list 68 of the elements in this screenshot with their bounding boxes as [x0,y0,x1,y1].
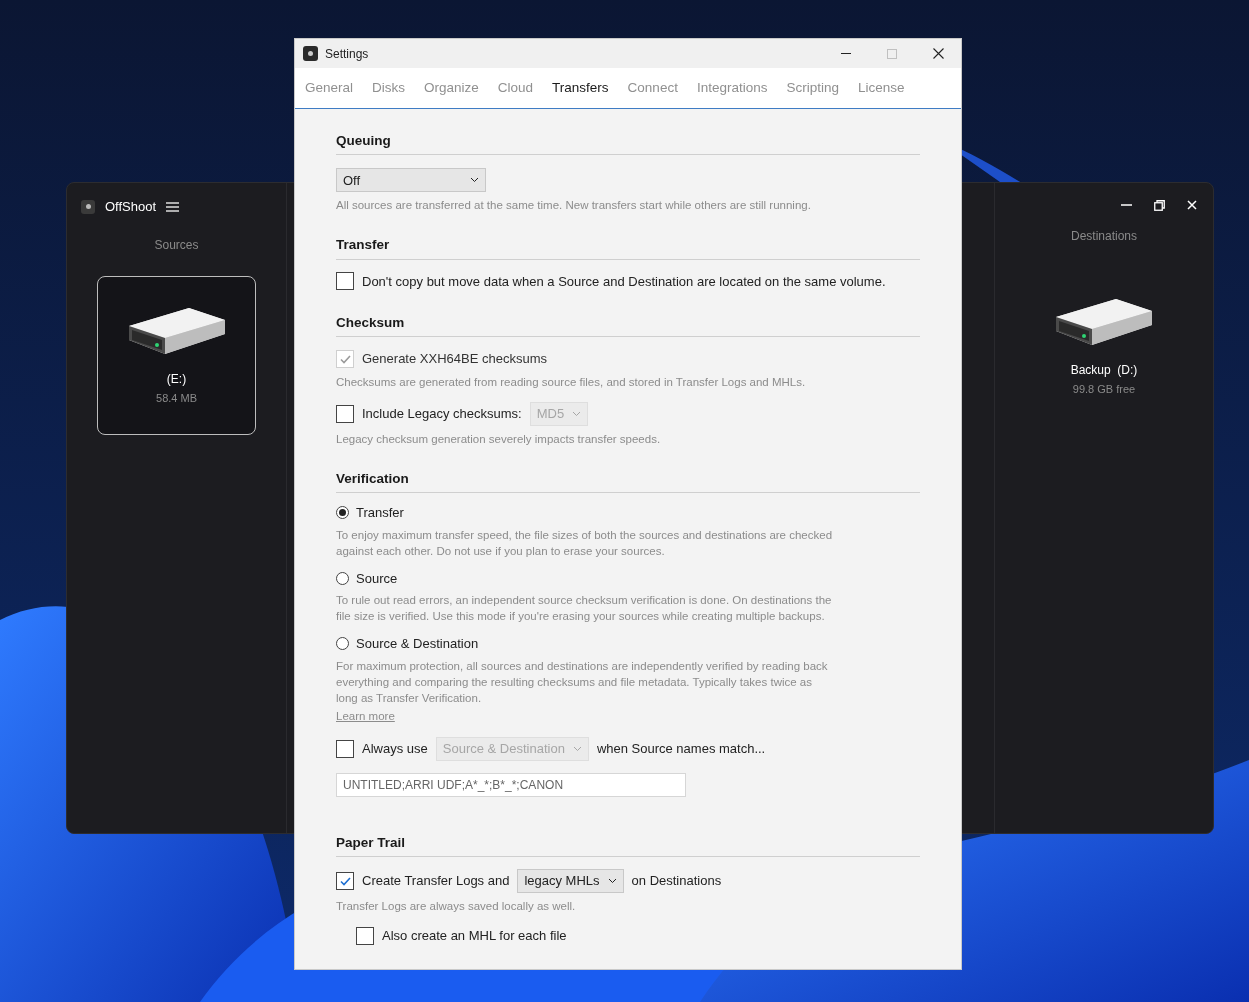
chevron-down-icon [572,745,582,752]
minimize-icon [841,53,851,54]
section-heading: Paper Trail [336,832,920,857]
sources-label: Sources [154,236,199,254]
settings-tab[interactable]: Organize [424,77,479,108]
settings-app-icon [303,46,318,61]
settings-tab[interactable]: Connect [627,77,678,108]
settings-tab[interactable]: Transfers [552,77,609,108]
checkmark-icon [339,876,351,886]
section-heading: Checksum [336,313,920,338]
section-heading: Transfer [336,235,920,260]
maximize-icon [887,48,897,59]
drive-card[interactable]: (E:) 58.4 MB [97,275,256,435]
hint-text: Transfer Logs are always saved locally as well. [336,899,577,914]
learn-more-link[interactable]: Learn more [336,707,395,725]
checkbox[interactable] [356,926,374,945]
checkbox-label: Also create an MHL for each file [382,927,567,945]
radio-button[interactable] [336,571,349,585]
checkbox[interactable] [336,404,354,423]
hint-text: Legacy checksum generation severely impacts transfer speeds. [336,431,662,447]
checkbox-label: Create Transfer Logs and [362,872,510,891]
drive-name: Backup (D:) [1070,362,1138,380]
chevron-down-icon [470,177,479,184]
settings-tab[interactable]: General [305,77,354,108]
hint-text: All sources are transferred at the same time. New transfers start while others are still running. [336,198,812,214]
drive-detail: 99.8 GB free [1072,382,1136,398]
radio-button[interactable] [336,637,349,651]
radio-label: Source [356,569,398,588]
window-title: Settings [325,45,369,63]
chevron-down-icon [607,878,617,884]
dropdown[interactable]: legacy MHLs [517,869,624,893]
checkbox[interactable] [336,272,354,291]
drive-detail: 58.4 MB [156,390,197,406]
drive-name: (E:) [166,370,187,388]
radio-label: Source & Destination [356,635,479,653]
checkbox[interactable] [336,739,354,758]
checkmark-icon [339,354,351,364]
checkbox-suffix: on Destinations [631,872,722,891]
checkbox[interactable] [336,872,354,890]
section-heading: Verification [336,468,920,493]
radio-button[interactable] [336,506,349,520]
checkbox-label: Generate XXH64BE checksums [362,350,547,369]
hint-text: To rule out read errors, an independent source checksum verification is done. On destinations the file size is verified. Use this mode if you're erasing your sources while creating multiple backups. [336,593,833,624]
settings-tab[interactable]: Cloud [497,77,534,108]
close-icon [932,48,944,59]
restore-icon[interactable] [1154,199,1165,211]
hint-text: Checksums are generated from reading source files, and stored in Transfer Logs and MHLs. [336,374,807,390]
checkbox-label: Always use [362,740,428,758]
close-icon[interactable] [1187,200,1197,210]
settings-tab[interactable]: Integrations [696,77,768,108]
source-names-input[interactable]: UNTITLED;ARRI UDF;A*_*;B*_*;CANON [336,772,686,797]
app-logo-icon [81,199,95,214]
settings-tab[interactable]: Scripting [786,77,839,108]
menu-icon[interactable] [166,201,180,212]
app-title: OffShoot [105,198,157,216]
hint-text: For maximum protection, all sources and destinations are independently verified by reading back everything and comparing the resulting checksums and file metadata. Typically takes twice as long as Transfer Verification. [336,658,829,706]
destinations-label: Destinations [1070,228,1137,245]
dropdown[interactable]: Off [336,168,486,193]
hint-text: To enjoy maximum transfer speed, the file sizes of both the sources and destinations are checked against each other. Do not use if you plan to erase your sources. [336,527,834,559]
radio-label: Transfer [356,504,404,522]
settings-tab[interactable]: License [858,77,905,108]
checkbox-label: Don't copy but move data when a Source and Destination are located on the same volume. [362,272,886,291]
drive-card[interactable]: Backup (D:) 99.8 GB free [1024,267,1184,426]
checkbox-suffix: when Source names match... [596,740,766,758]
settings-tab[interactable]: Disks [372,77,406,108]
checkbox-label: Include Legacy checksums: [362,405,522,423]
section-heading: Queuing [336,131,920,156]
chevron-down-icon [572,410,582,417]
